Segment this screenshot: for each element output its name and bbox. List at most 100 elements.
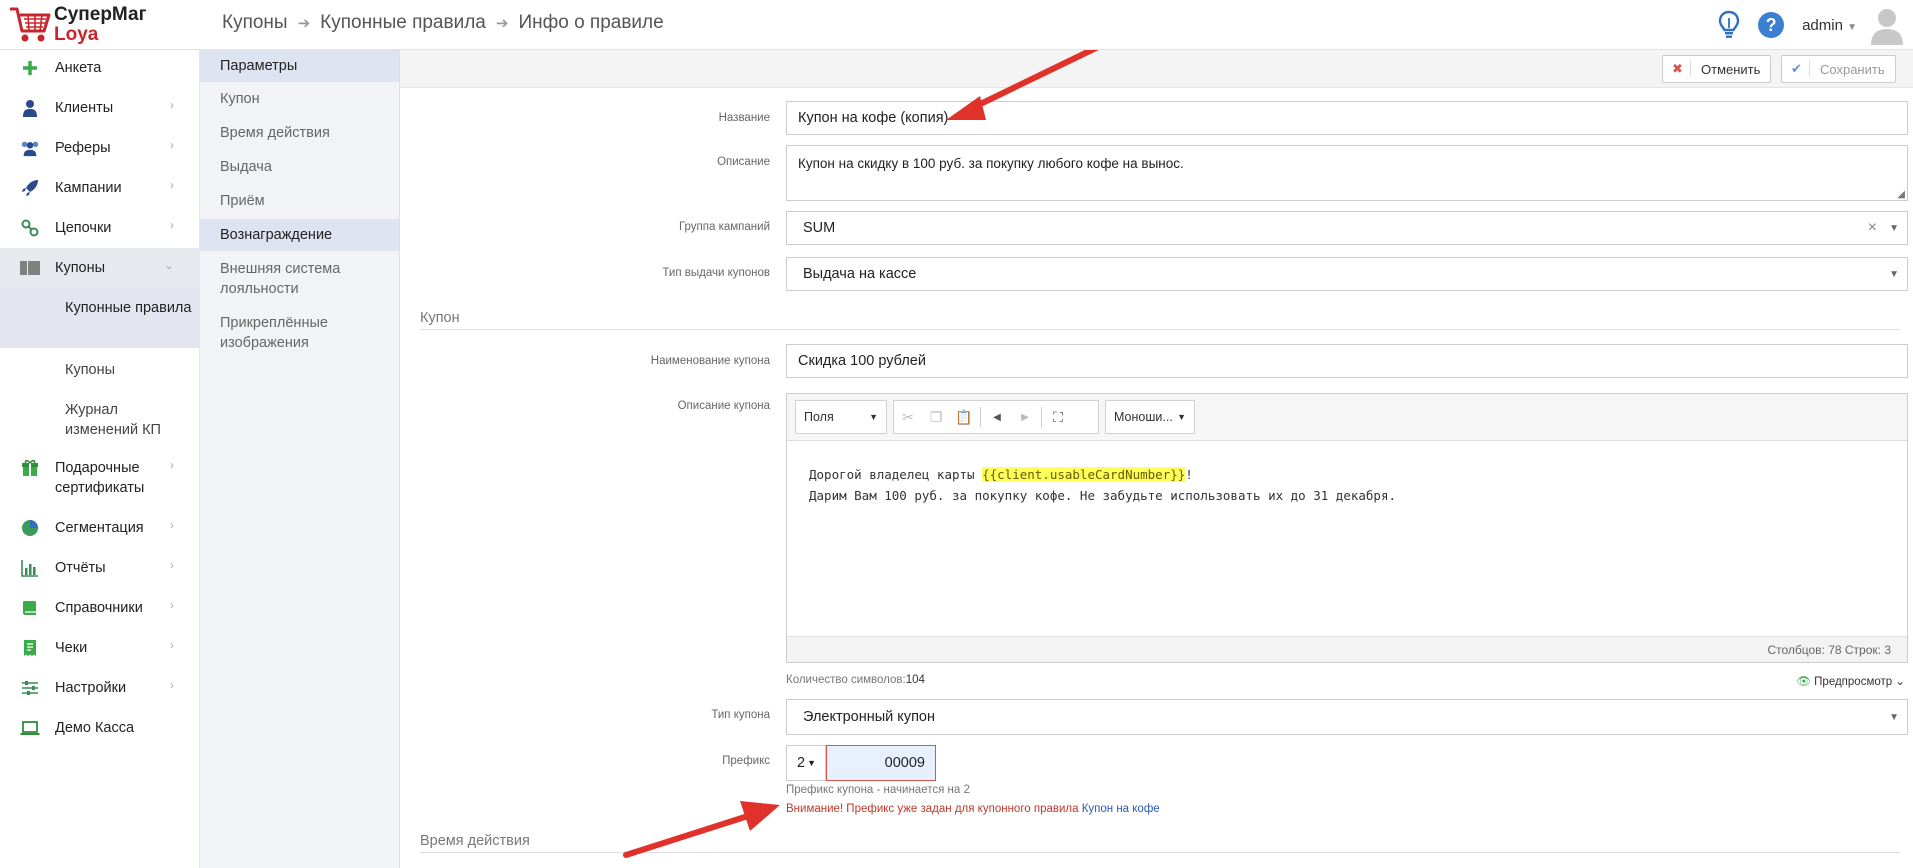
- chain-icon: [20, 218, 40, 238]
- sidebar: Анкета Клиенты › Реферы › Кампании › Цеп…: [0, 50, 200, 868]
- tab-attached-images[interactable]: Прикреплённые изображения: [200, 313, 399, 357]
- chevron-right-icon: ›: [170, 458, 174, 472]
- description-label: Описание: [717, 156, 770, 168]
- lightbulb-icon[interactable]: [1716, 10, 1742, 40]
- action-toolbar: ✖ Отменить ✔ Сохранить: [400, 50, 1913, 88]
- pie-icon: [20, 518, 40, 538]
- main-content: ✖ Отменить ✔ Сохранить Название Купон на…: [400, 50, 1913, 868]
- editor-content[interactable]: Дорогой владелец карты {{client.usableCa…: [809, 464, 1396, 506]
- sidebar-item-label: Цепочки: [55, 220, 112, 236]
- avatar[interactable]: [1869, 5, 1905, 45]
- breadcrumb-item-rules[interactable]: Купонные правила: [320, 12, 486, 34]
- sidebar-item-chains[interactable]: Цепочки ›: [0, 218, 200, 242]
- tab-external-loyalty[interactable]: Внешняя система лояльности: [200, 259, 399, 303]
- sidebar-item-anketa[interactable]: Анкета: [0, 58, 200, 82]
- description-text: Купон на скидку в 100 руб. за покупку лю…: [798, 156, 1184, 171]
- sliders-icon: [20, 678, 40, 698]
- coupon-description-label: Описание купона: [677, 400, 770, 412]
- cut-icon[interactable]: ✂: [894, 401, 922, 433]
- tab-reward[interactable]: Вознаграждение: [200, 219, 399, 251]
- breadcrumb: Купоны ➔ Купонные правила ➔ Инфо о прави…: [222, 12, 664, 34]
- sidebar-item-label: Сегментация: [55, 520, 144, 536]
- editor-statusbar: Столбцов: 78 Строк: 3: [787, 636, 1907, 662]
- editor-line1-end: !: [1185, 467, 1193, 482]
- chevron-right-icon: ›: [170, 218, 174, 232]
- user-menu[interactable]: admin ▼: [1802, 17, 1857, 34]
- sidebar-item-label: Купоны: [55, 260, 106, 276]
- sidebar-item-campaigns[interactable]: Кампании ›: [0, 178, 200, 202]
- chevron-right-icon: ›: [170, 558, 174, 572]
- sidebar-item-directories[interactable]: Справочники ›: [0, 598, 200, 622]
- section-tabs: Параметры Купон Время действия Выдача Пр…: [200, 50, 400, 868]
- preview-toggle[interactable]: 👁 Предпросмотр ⌄: [1796, 674, 1905, 688]
- campaign-group-select[interactable]: SUM × ▼: [786, 211, 1908, 245]
- description-textarea[interactable]: Купон на скидку в 100 руб. за покупку лю…: [786, 145, 1908, 201]
- copy-icon[interactable]: ❐: [922, 401, 950, 433]
- editor-toolbar: Поля ▼ ✂ ❐ 📋 ◀ ▶ ⛶ Моноши... ▼: [787, 394, 1907, 441]
- char-count-value: 104: [905, 674, 925, 686]
- preview-label: Предпросмотр: [1814, 676, 1893, 688]
- user-icon: [20, 98, 40, 118]
- tab-acceptance[interactable]: Приём: [200, 191, 399, 215]
- help-icon[interactable]: ?: [1758, 12, 1785, 38]
- paste-icon[interactable]: 📋: [950, 401, 978, 433]
- name-input[interactable]: Купон на кофе (копия): [786, 101, 1908, 135]
- tab-parameters[interactable]: Параметры: [200, 50, 399, 82]
- clear-icon[interactable]: ×: [1868, 219, 1877, 237]
- editor-line1-text: Дорогой владелец карты: [809, 467, 983, 482]
- chevron-down-icon: ⌄: [163, 258, 174, 272]
- sidebar-item-settings[interactable]: Настройки ›: [0, 678, 200, 702]
- chevron-down-icon: ▼: [1889, 222, 1899, 234]
- fullscreen-icon[interactable]: ⛶: [1044, 401, 1072, 433]
- plus-icon: [20, 58, 40, 78]
- sidebar-item-clients[interactable]: Клиенты ›: [0, 98, 200, 122]
- coupon-type-select[interactable]: Электронный купон ▼: [786, 699, 1908, 735]
- book-icon: [20, 598, 40, 618]
- sidebar-item-coupons[interactable]: Купоны ⌄: [0, 248, 200, 288]
- prefix-digit-select[interactable]: 2 ▼: [786, 745, 826, 781]
- laptop-icon: [20, 718, 40, 738]
- tab-issue[interactable]: Выдача: [200, 157, 399, 181]
- font-dropdown[interactable]: Моноши... ▼: [1105, 400, 1195, 434]
- breadcrumb-item-coupons[interactable]: Купоны: [222, 12, 288, 34]
- rich-text-editor: Поля ▼ ✂ ❐ 📋 ◀ ▶ ⛶ Моноши... ▼ Дорогой вла…: [786, 393, 1908, 663]
- sidebar-subitem-journal[interactable]: Журнал изменений КП: [0, 398, 200, 442]
- sidebar-subitem-coupons[interactable]: Купоны: [0, 358, 200, 382]
- issue-type-label: Тип выдачи купонов: [662, 267, 770, 279]
- tab-validity[interactable]: Время действия: [200, 123, 399, 147]
- resize-handle-icon[interactable]: ◢: [1897, 189, 1905, 200]
- name-label: Название: [718, 112, 770, 124]
- sidebar-item-reports[interactable]: Отчёты ›: [0, 558, 200, 582]
- section-title-validity: Время действия: [420, 833, 1900, 853]
- sidebar-item-demo-cashier[interactable]: Демо Касса: [0, 718, 200, 742]
- tab-coupon[interactable]: Купон: [200, 89, 399, 113]
- sidebar-item-gift-certificates[interactable]: Подарочные сертификаты ›: [0, 458, 200, 502]
- logo[interactable]: СуперМаг Loya: [8, 3, 198, 47]
- coupon-type-value: Электронный купон: [803, 709, 935, 725]
- sidebar-item-label: Справочники: [55, 600, 143, 616]
- fields-dropdown-label: Поля: [804, 410, 834, 424]
- sidebar-item-referers[interactable]: Реферы ›: [0, 138, 200, 162]
- chevron-down-icon: ▼: [1889, 711, 1899, 723]
- section-title-coupon: Купон: [420, 310, 1900, 330]
- fields-dropdown[interactable]: Поля ▼: [795, 400, 887, 434]
- undo-icon[interactable]: ◀: [983, 401, 1011, 433]
- gift-icon: [20, 458, 40, 478]
- issue-type-select[interactable]: Выдача на кассе ▼: [786, 257, 1908, 291]
- issue-type-value: Выдача на кассе: [803, 266, 917, 282]
- campaign-group-value: SUM: [803, 220, 836, 236]
- sidebar-item-receipts[interactable]: Чеки ›: [0, 638, 200, 662]
- redo-icon[interactable]: ▶: [1011, 401, 1039, 433]
- coupon-rule-link[interactable]: Купон на кофе: [1082, 803, 1160, 815]
- coupon-name-input[interactable]: Скидка 100 рублей: [786, 344, 1908, 378]
- sidebar-subitem-coupon-rules[interactable]: Купонные правила: [0, 288, 200, 348]
- arrow-right-icon: ➔: [495, 15, 509, 32]
- save-button[interactable]: ✔ Сохранить: [1781, 55, 1896, 83]
- prefix-input[interactable]: 00009: [826, 745, 936, 781]
- caret-down-icon: ▼: [807, 758, 816, 768]
- cancel-button[interactable]: ✖ Отменить: [1662, 55, 1772, 83]
- sidebar-item-segmentation[interactable]: Сегментация ›: [0, 518, 200, 542]
- chevron-right-icon: ›: [170, 138, 174, 152]
- chevron-right-icon: ›: [170, 638, 174, 652]
- chevron-right-icon: ›: [170, 98, 174, 112]
